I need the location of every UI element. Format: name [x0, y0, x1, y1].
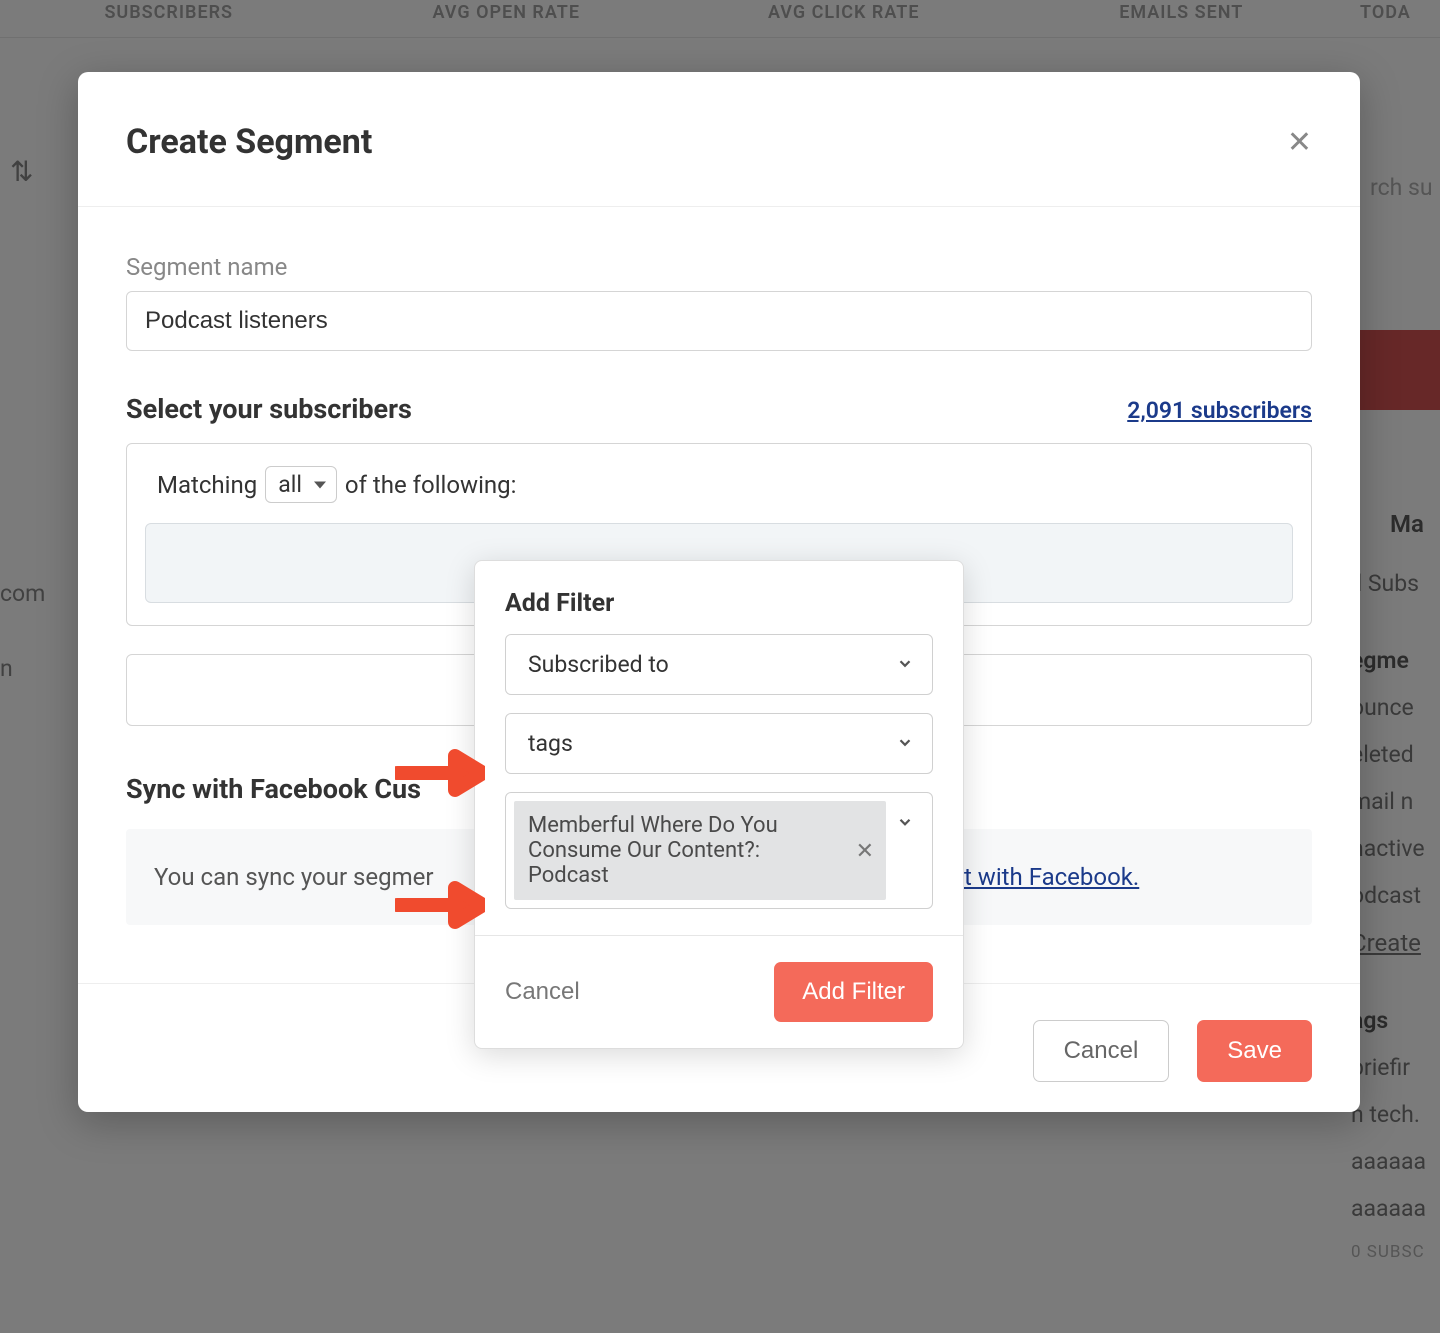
- cancel-button[interactable]: Cancel: [1033, 1020, 1170, 1082]
- chevron-down-icon: [896, 730, 914, 757]
- matching-mode-select[interactable]: all: [265, 466, 337, 503]
- save-button[interactable]: Save: [1197, 1020, 1312, 1082]
- selected-tag-chip: Memberful Where Do You Consume Our Conte…: [514, 801, 886, 900]
- popover-title: Add Filter: [505, 589, 933, 618]
- filter-type-select[interactable]: tags: [505, 713, 933, 774]
- segment-name-label: Segment name: [126, 253, 1312, 281]
- sync-text: You can sync your segmer: [154, 863, 434, 891]
- chevron-down-icon: [896, 813, 914, 835]
- popover-add-filter-button[interactable]: Add Filter: [774, 962, 933, 1022]
- segment-name-input[interactable]: [126, 291, 1312, 351]
- remove-tag-icon[interactable]: ✕: [856, 838, 874, 864]
- modal-header: Create Segment ✕: [78, 72, 1360, 207]
- popover-cancel-button[interactable]: Cancel: [505, 978, 580, 1006]
- popover-footer: Cancel Add Filter: [475, 935, 963, 1048]
- add-filter-popover: Add Filter Subscribed to tags Memberful …: [474, 560, 964, 1049]
- filter-tag-select[interactable]: Memberful Where Do You Consume Our Conte…: [505, 792, 933, 909]
- subscriber-count-link[interactable]: 2,091 subscribers: [1127, 397, 1312, 424]
- select-subscribers-title: Select your subscribers: [126, 393, 412, 425]
- filter-condition-value: Subscribed to: [528, 651, 669, 678]
- matching-pre-text: Matching: [157, 471, 257, 499]
- close-icon[interactable]: ✕: [1287, 125, 1312, 160]
- chevron-down-icon: [896, 651, 914, 678]
- selected-tag-label: Memberful Where Do You Consume Our Conte…: [528, 813, 778, 888]
- modal-title: Create Segment: [126, 122, 372, 162]
- matching-row: Matching all of the following:: [127, 444, 1311, 523]
- matching-post-text: of the following:: [345, 471, 517, 499]
- filter-condition-select[interactable]: Subscribed to: [505, 634, 933, 695]
- filter-type-value: tags: [528, 730, 573, 757]
